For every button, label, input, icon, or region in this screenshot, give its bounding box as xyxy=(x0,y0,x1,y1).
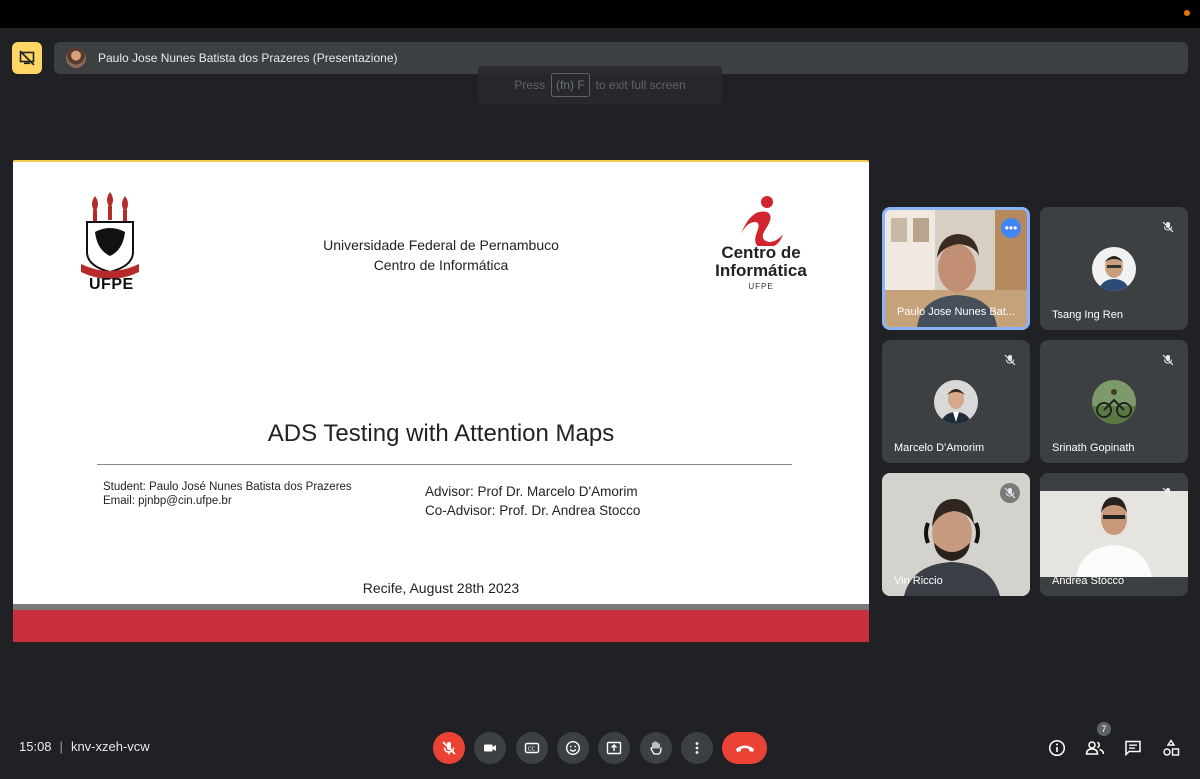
participant-tile-andrea[interactable]: Andrea Stocco xyxy=(1040,473,1188,596)
meeting-time: 15:08 xyxy=(19,739,52,754)
student-name: Student: Paulo José Nunes Batista dos Pr… xyxy=(103,481,352,493)
participant-name: Tsang Ing Ren xyxy=(1052,309,1123,321)
cin-logo-text: Centro de Informática xyxy=(713,244,809,280)
camera-icon xyxy=(484,744,496,752)
university-line-1: Universidade Federal de Pernambuco xyxy=(323,237,559,253)
slide-divider xyxy=(97,464,792,465)
raise-hand-button[interactable] xyxy=(640,732,672,764)
hang-up-icon xyxy=(735,745,754,752)
captions-button[interactable]: CC xyxy=(516,732,548,764)
participant-name: Andrea Stocco xyxy=(1052,575,1125,587)
participant-tile-paulo[interactable]: ••• Paulo Jose Nunes Bat... xyxy=(882,207,1030,330)
activities-button[interactable] xyxy=(1158,735,1184,761)
present-screen-button[interactable] xyxy=(598,732,630,764)
slide-red-band xyxy=(13,610,869,642)
mic-toggle-button[interactable] xyxy=(433,732,465,764)
cin-logo xyxy=(741,196,783,246)
hand-icon xyxy=(650,741,662,755)
advisor-name: Advisor: Prof Dr. Marcelo D'Amorim xyxy=(425,484,638,499)
reactions-button[interactable] xyxy=(557,732,589,764)
cin-logo-line-1: Centro de xyxy=(721,243,801,262)
university-name: Universidade Federal de Pernambuco Centr… xyxy=(319,235,563,275)
slide-title: ADS Testing with Attention Maps xyxy=(267,420,615,447)
mic-off-icon xyxy=(1158,350,1178,370)
participant-tile-vin[interactable]: Vin Riccio xyxy=(882,473,1030,596)
place-date: Recife, August 28th 2023 xyxy=(362,580,520,596)
participant-name: Marcelo D'Amorim xyxy=(894,442,985,454)
meeting-separator: | xyxy=(59,739,63,754)
leave-call-button[interactable] xyxy=(722,732,767,764)
mic-off-icon xyxy=(1000,350,1020,370)
student-info: Student: Paulo José Nunes Batista dos Pr… xyxy=(103,480,352,508)
meeting-info: 15:08 | knv-xzeh-vcw xyxy=(19,739,150,754)
fullscreen-hint-before: Press xyxy=(514,78,545,92)
more-vert-icon xyxy=(695,742,699,754)
activities-icon xyxy=(1163,739,1180,756)
fullscreen-hint-after: to exit full screen xyxy=(595,78,686,92)
participant-avatar xyxy=(934,380,978,424)
presenter-avatar xyxy=(66,48,86,68)
emoji-icon xyxy=(565,740,581,756)
people-icon xyxy=(1085,741,1105,755)
mic-off-icon xyxy=(1000,483,1020,503)
svg-text:CC: CC xyxy=(528,747,535,753)
cin-logo-line-2: Informática xyxy=(715,261,807,280)
participant-tile-marcelo[interactable]: Marcelo D'Amorim xyxy=(882,340,1030,463)
chat-icon xyxy=(1125,740,1141,757)
more-options-icon[interactable]: ••• xyxy=(1001,218,1021,238)
participant-tile-srinath[interactable]: Srinath Gopinath xyxy=(1040,340,1188,463)
university-line-2: Centro de Informática xyxy=(373,257,509,273)
presentation-slide: UFPE Universidade Federal de Pernambuco … xyxy=(13,160,869,642)
co-advisor-name: Co-Advisor: Prof. Dr. Andrea Stocco xyxy=(425,503,641,518)
participant-avatar xyxy=(1092,380,1136,424)
mic-off-icon xyxy=(1158,217,1178,237)
participant-avatar xyxy=(1092,247,1136,291)
cin-logo-subtext: UFPE xyxy=(748,282,774,291)
participant-tile-tsang[interactable]: Tsang Ing Ren xyxy=(1040,207,1188,330)
presenting-icon[interactable] xyxy=(12,42,42,74)
captions-icon: CC xyxy=(524,742,540,754)
meeting-code[interactable]: knv-xzeh-vcw xyxy=(71,739,150,754)
presenter-name: Paulo Jose Nunes Batista dos Prazeres (P… xyxy=(98,51,398,65)
info-icon xyxy=(1048,739,1066,757)
chat-button[interactable] xyxy=(1120,735,1146,761)
ufpe-logo-text: UFPE xyxy=(89,276,134,293)
participant-name: Srinath Gopinath xyxy=(1052,442,1135,454)
student-email: Email: pjnbp@cin.ufpe.br xyxy=(103,495,232,507)
camera-toggle-button[interactable] xyxy=(474,732,506,764)
mic-off-icon xyxy=(442,741,456,755)
present-screen-icon xyxy=(606,741,622,755)
people-button[interactable] xyxy=(1082,735,1108,761)
participant-name: Paulo Jose Nunes Bat... xyxy=(897,306,1016,318)
more-options-button[interactable] xyxy=(681,732,713,764)
advisor-info: Advisor: Prof Dr. Marcelo D'Amorim Co-Ad… xyxy=(425,482,640,520)
participant-name: Vin Riccio xyxy=(894,575,943,587)
recording-indicator xyxy=(1184,10,1190,16)
meeting-details-button[interactable] xyxy=(1044,735,1070,761)
top-black-bar xyxy=(0,0,1200,28)
participant-count-badge: 7 xyxy=(1097,722,1111,736)
fullscreen-hint-key: (fn) F xyxy=(550,73,590,97)
mic-off-icon xyxy=(1158,483,1178,503)
fullscreen-hint: Press (fn) F to exit full screen xyxy=(478,66,722,104)
slide-top-border xyxy=(13,160,869,162)
